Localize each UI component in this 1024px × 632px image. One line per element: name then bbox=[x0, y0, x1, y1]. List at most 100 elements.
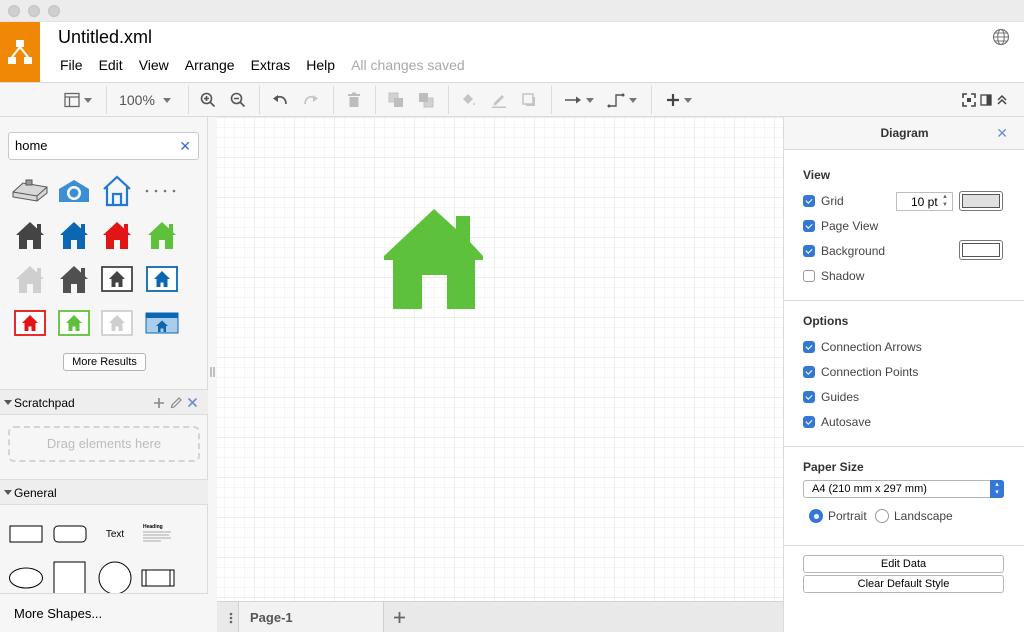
shape-home-window-blue[interactable] bbox=[142, 303, 182, 343]
shape-home-appliance[interactable] bbox=[10, 171, 50, 211]
zoom-select[interactable]: 100% bbox=[114, 88, 176, 112]
menu-view[interactable]: View bbox=[131, 57, 177, 73]
sidebar-splitter[interactable] bbox=[208, 117, 217, 632]
stepper-up-icon[interactable]: ▲ bbox=[942, 194, 950, 201]
connection-style-button[interactable] bbox=[561, 88, 597, 112]
shape-home-dark[interactable] bbox=[10, 215, 50, 255]
shape-home-framed-red[interactable] bbox=[10, 303, 50, 343]
shape-process[interactable] bbox=[138, 558, 178, 598]
menu-edit[interactable]: Edit bbox=[91, 57, 131, 73]
shape-home-blue[interactable] bbox=[54, 215, 94, 255]
connection-arrows-option[interactable]: Connection Arrows bbox=[803, 340, 922, 354]
autosave-option[interactable]: Autosave bbox=[803, 415, 871, 429]
shape-home-gray[interactable] bbox=[10, 259, 50, 299]
stepper-down-icon[interactable]: ▼ bbox=[942, 202, 950, 209]
minimize-window-button[interactable] bbox=[28, 5, 40, 17]
page-tab[interactable]: Page-1 bbox=[238, 602, 384, 632]
background-checkbox[interactable] bbox=[803, 245, 815, 257]
insert-button[interactable] bbox=[661, 88, 697, 112]
diagram-canvas[interactable] bbox=[217, 117, 783, 601]
menu-help[interactable]: Help bbox=[298, 57, 343, 73]
close-window-button[interactable] bbox=[8, 5, 20, 17]
landscape-option[interactable]: Landscape bbox=[875, 509, 953, 523]
page-menu-icon[interactable] bbox=[229, 612, 233, 624]
shadow-checkbox[interactable] bbox=[803, 270, 815, 282]
more-shapes-button[interactable]: More Shapes... bbox=[0, 593, 208, 632]
document-title[interactable]: Untitled.xml bbox=[58, 27, 152, 48]
shape-circle[interactable] bbox=[95, 558, 135, 598]
portrait-option[interactable]: Portrait bbox=[809, 509, 867, 523]
shape-home-outline[interactable] bbox=[97, 171, 137, 211]
format-panel-toggle-button[interactable] bbox=[978, 88, 994, 112]
shadow-button[interactable] bbox=[518, 88, 540, 112]
portrait-radio[interactable] bbox=[809, 509, 823, 523]
close-icon[interactable] bbox=[187, 397, 198, 408]
scratchpad-header[interactable]: Scratchpad bbox=[0, 389, 208, 415]
shape-heading[interactable]: Heading bbox=[138, 514, 178, 554]
panels-toggle-button[interactable] bbox=[60, 88, 96, 112]
grid-option[interactable]: Grid bbox=[803, 194, 844, 208]
more-results-button[interactable]: More Results bbox=[63, 353, 146, 371]
home-shape[interactable] bbox=[384, 208, 484, 310]
shape-dotted-line[interactable] bbox=[142, 171, 182, 211]
shape-rounded-rectangle[interactable] bbox=[50, 514, 90, 554]
grid-checkbox[interactable] bbox=[803, 195, 815, 207]
clear-default-style-button[interactable]: Clear Default Style bbox=[803, 575, 1004, 593]
to-front-button[interactable] bbox=[385, 88, 407, 112]
language-globe-icon[interactable] bbox=[992, 28, 1010, 46]
grid-size-input[interactable]: 10 pt ▲ ▼ bbox=[896, 192, 953, 211]
shape-home-red[interactable] bbox=[97, 215, 137, 255]
shape-home-framed-blue[interactable] bbox=[142, 259, 182, 299]
shape-ellipse[interactable] bbox=[6, 558, 46, 598]
background-color-swatch[interactable] bbox=[959, 240, 1003, 260]
clear-search-icon[interactable]: ✕ bbox=[179, 138, 191, 155]
menu-extras[interactable]: Extras bbox=[243, 57, 299, 73]
dots-icon bbox=[145, 189, 176, 193]
guides-checkbox[interactable] bbox=[803, 391, 815, 403]
page-view-option[interactable]: Page View bbox=[803, 219, 878, 233]
fullscreen-button[interactable] bbox=[960, 88, 978, 112]
shadow-option[interactable]: Shadow bbox=[803, 269, 864, 283]
zoom-window-button[interactable] bbox=[48, 5, 60, 17]
waypoints-button[interactable] bbox=[604, 88, 640, 112]
shape-home-framed-green[interactable] bbox=[54, 303, 94, 343]
grid-color-swatch[interactable] bbox=[959, 191, 1003, 211]
line-color-button[interactable] bbox=[488, 88, 510, 112]
shape-home-framed-gray[interactable] bbox=[97, 303, 137, 343]
shape-rectangle[interactable] bbox=[6, 514, 46, 554]
general-header[interactable]: General bbox=[0, 479, 208, 505]
shape-search-box: ✕ bbox=[8, 132, 199, 160]
menu-arrange[interactable]: Arrange bbox=[177, 57, 243, 73]
menu-file[interactable]: File bbox=[52, 57, 91, 73]
edit-data-button[interactable]: Edit Data bbox=[803, 555, 1004, 573]
delete-button[interactable] bbox=[343, 88, 365, 112]
shape-home-charcoal[interactable] bbox=[54, 259, 94, 299]
connection-points-checkbox[interactable] bbox=[803, 366, 815, 378]
undo-button[interactable] bbox=[269, 88, 291, 112]
to-back-button[interactable] bbox=[415, 88, 437, 112]
landscape-radio[interactable] bbox=[875, 509, 889, 523]
page-view-checkbox[interactable] bbox=[803, 220, 815, 232]
shape-home-camera[interactable] bbox=[54, 171, 94, 211]
paper-size-select[interactable]: A4 (210 mm x 297 mm) ▴ ▾ bbox=[803, 480, 1004, 498]
zoom-out-button[interactable] bbox=[227, 88, 249, 112]
guides-option[interactable]: Guides bbox=[803, 390, 859, 404]
shape-square[interactable] bbox=[50, 558, 90, 598]
zoom-in-button[interactable] bbox=[197, 88, 219, 112]
shape-home-framed-dark[interactable] bbox=[97, 259, 137, 299]
scratchpad-drop-area[interactable]: Drag elements here bbox=[8, 426, 200, 462]
shape-search-input[interactable] bbox=[15, 138, 175, 153]
collapse-header-button[interactable] bbox=[994, 88, 1010, 112]
fill-color-button[interactable] bbox=[457, 88, 479, 112]
add-icon[interactable] bbox=[153, 397, 165, 409]
redo-button[interactable] bbox=[300, 88, 322, 112]
shape-text[interactable]: Text bbox=[95, 514, 135, 554]
shape-home-green[interactable] bbox=[142, 215, 182, 255]
connection-arrows-checkbox[interactable] bbox=[803, 341, 815, 353]
close-icon[interactable]: ✕ bbox=[996, 125, 1008, 142]
add-page-icon[interactable] bbox=[393, 611, 406, 624]
autosave-checkbox[interactable] bbox=[803, 416, 815, 428]
connection-points-option[interactable]: Connection Points bbox=[803, 365, 918, 379]
edit-pencil-icon[interactable] bbox=[170, 396, 183, 409]
background-option[interactable]: Background bbox=[803, 244, 885, 258]
